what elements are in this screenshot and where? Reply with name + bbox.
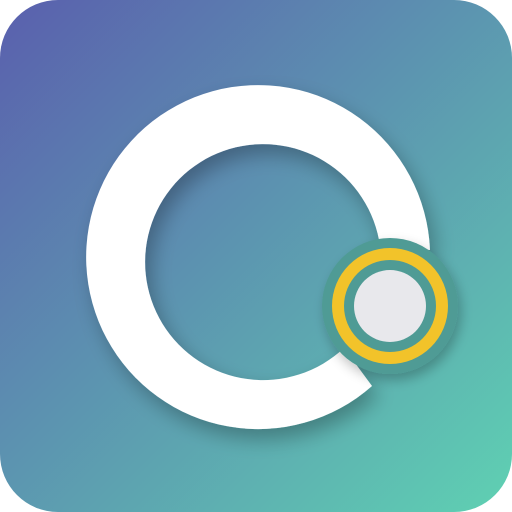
app-icon-graphic	[0, 0, 512, 512]
app-icon	[0, 0, 512, 512]
status-dot-icon	[322, 238, 458, 374]
